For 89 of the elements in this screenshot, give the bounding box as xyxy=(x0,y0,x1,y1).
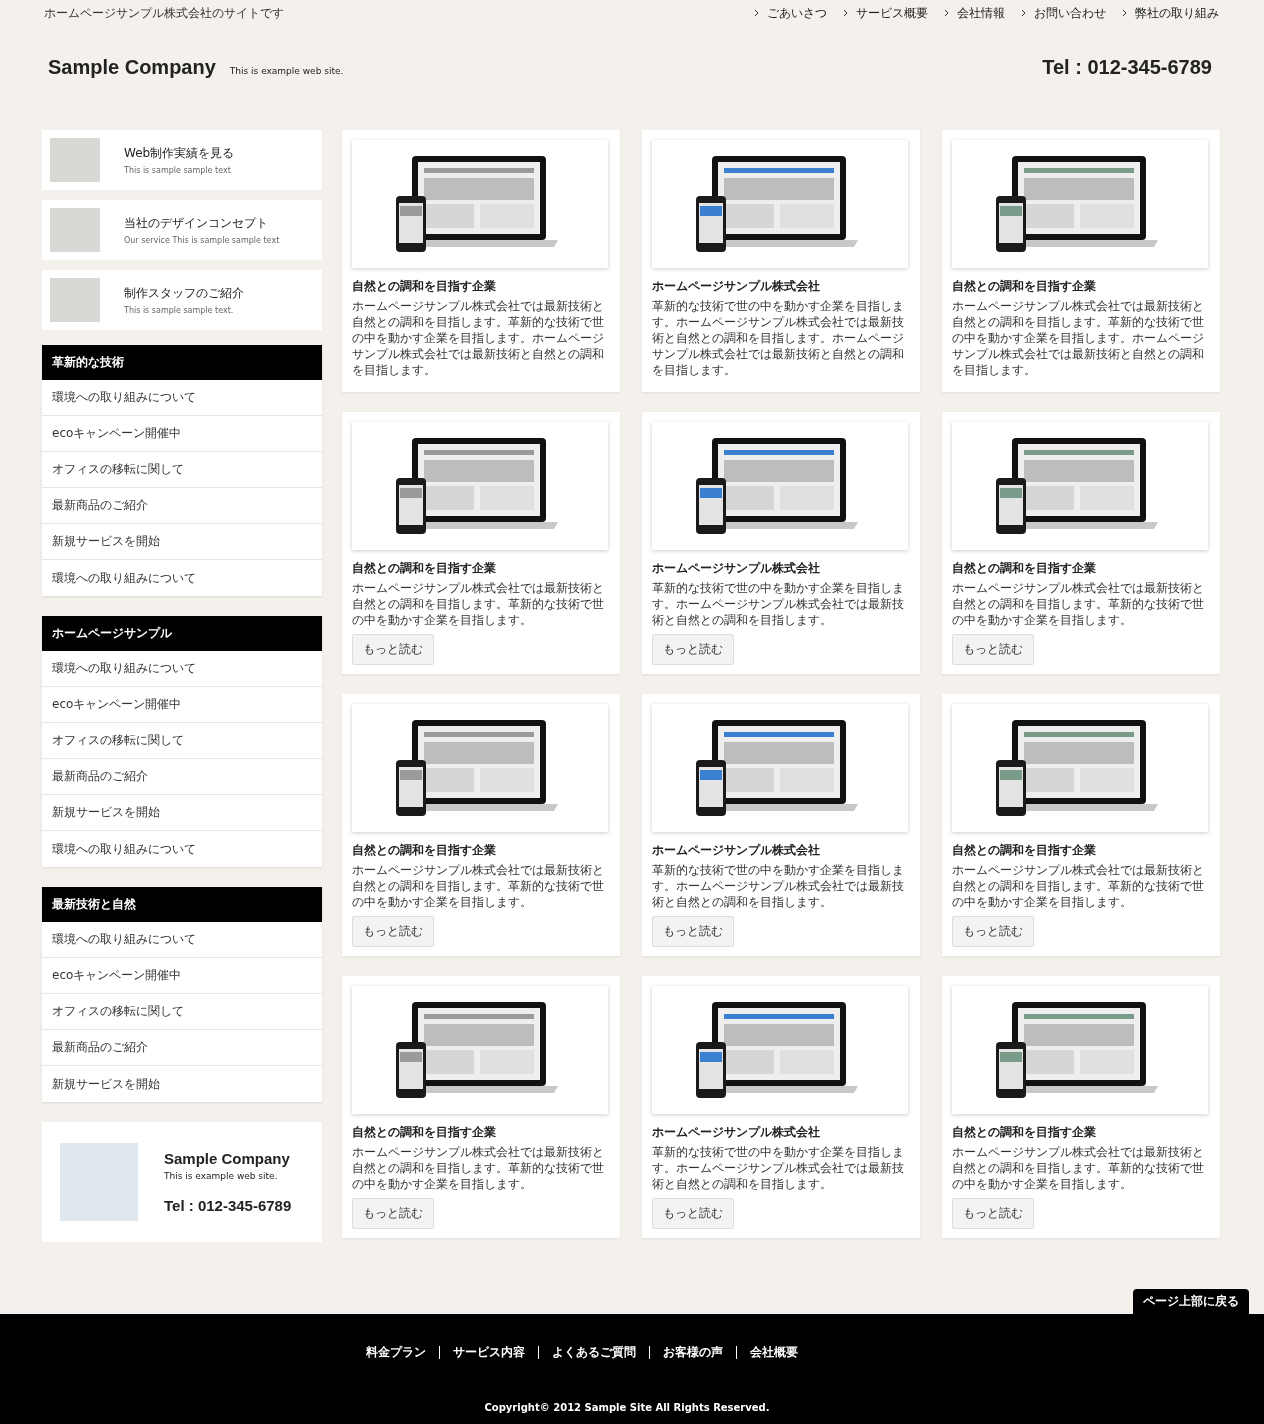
read-more-button[interactable]: もっと読む xyxy=(952,916,1034,947)
menu-item[interactable]: 環境への取り組みについて xyxy=(42,380,322,416)
menu-item[interactable]: オフィスの移転に関して xyxy=(42,452,322,488)
card-text: ホームページサンプル株式会社では最新技術と自然との調和を目指します。革新的な技術で世の中を動かす企業を目指します。 xyxy=(352,580,605,628)
menu-item[interactable]: ecoキャンペーン開催中 xyxy=(42,958,322,994)
read-more-button[interactable]: もっと読む xyxy=(952,1198,1034,1229)
card-title: ホームページサンプル株式会社 xyxy=(652,1124,821,1141)
sidebar-banner[interactable]: 当社のデザインコンセプト Our service This is sample sample text xyxy=(42,200,322,260)
card-title: 自然との調和を目指す企業 xyxy=(352,560,497,577)
phone-number: Tel : 012-345-6789 xyxy=(164,1197,292,1214)
site-logo[interactable]: Sample Company xyxy=(48,56,216,79)
banner-title: Web制作実績を見る xyxy=(124,145,235,162)
site-subtitle: This is example web site. xyxy=(229,66,344,76)
card-text: ホームページサンプル株式会社では最新技術と自然との調和を目指します。革新的な技術で世の中を動かす企業を目指します。ホームページサンプル株式会社では最新技術と自然との調和を目指します。 xyxy=(352,298,605,378)
footer-link[interactable]: 料金プラン xyxy=(353,1346,439,1359)
footer-link[interactable]: サービス内容 xyxy=(439,1346,538,1359)
footer-link[interactable]: お客様の声 xyxy=(649,1346,736,1359)
menu-item[interactable]: ecoキャンペーン開催中 xyxy=(42,416,322,452)
card-text: ホームページサンプル株式会社では最新技術と自然との調和を目指します。革新的な技術で世の中を動かす企業を目指します。 xyxy=(952,862,1205,910)
company-subtitle: This is example web site. xyxy=(164,1171,279,1181)
banner-subtitle: Our service This is sample sample text xyxy=(124,236,280,245)
menu-item[interactable]: 環境への取り組みについて xyxy=(42,560,322,596)
banner-title: 制作スタッフのご紹介 xyxy=(124,285,244,302)
read-more-button[interactable]: もっと読む xyxy=(352,1198,434,1229)
site-tagline: ホームページサンプル株式会社のサイトです xyxy=(44,4,284,22)
card-title: 自然との調和を目指す企業 xyxy=(352,278,497,295)
card-text: 革新的な技術で世の中を動かす企業を目指します。ホームページサンプル株式会社では最新技術と自然との調和を目指します。 xyxy=(652,580,905,628)
footer-link[interactable]: よくあるご質問 xyxy=(538,1346,649,1359)
menu-item[interactable]: 新規サービスを開始 xyxy=(42,795,322,831)
card-text: ホームページサンプル株式会社では最新技術と自然との調和を目指します。革新的な技術で世の中を動かす企業を目指します。ホームページサンプル株式会社では最新技術と自然との調和を目指します。 xyxy=(952,298,1205,378)
footer-link[interactable]: 会社概要 xyxy=(736,1346,811,1359)
card-text: ホームページサンプル株式会社では最新技術と自然との調和を目指します。革新的な技術で世の中を動かす企業を目指します。 xyxy=(352,862,605,910)
card-text: 革新的な技術で世の中を動かす企業を目指します。ホームページサンプル株式会社では最新技術と自然との調和を目指します。 xyxy=(652,862,905,910)
menu-heading: ホームページサンプル xyxy=(42,616,322,651)
card-title: ホームページサンプル株式会社 xyxy=(652,278,821,295)
card-title: 自然との調和を目指す企業 xyxy=(952,842,1097,859)
menu-heading: 革新的な技術 xyxy=(42,345,322,380)
card-title: 自然との調和を目指す企業 xyxy=(952,560,1097,577)
menu-item[interactable]: 新規サービスを開始 xyxy=(42,1066,322,1102)
nav-link[interactable]: 弊社の取り組み xyxy=(1122,4,1219,22)
chevron-icon xyxy=(1021,10,1026,16)
back-to-top-button[interactable]: ページ上部に戻る xyxy=(1133,1289,1249,1314)
photo-placeholder xyxy=(50,278,100,322)
menu-item[interactable]: 最新商品のご紹介 xyxy=(42,488,322,524)
read-more-button[interactable]: もっと読む xyxy=(352,634,434,665)
menu-heading: 最新技術と自然 xyxy=(42,887,322,922)
nav-link[interactable]: サービス概要 xyxy=(843,4,928,22)
card-text: 革新的な技術で世の中を動かす企業を目指します。ホームページサンプル株式会社では最新技術と自然との調和を目指します。 xyxy=(652,1144,905,1192)
read-more-button[interactable]: もっと読む xyxy=(352,916,434,947)
copyright-text: Copyright© 2012 Sample Site All Rights Reserved. xyxy=(483,1402,771,1413)
chevron-icon xyxy=(1122,10,1127,16)
menu-item[interactable]: 最新商品のご紹介 xyxy=(42,1030,322,1066)
card-title: 自然との調和を目指す企業 xyxy=(352,842,497,859)
chevron-icon xyxy=(754,10,759,16)
photo-placeholder xyxy=(50,208,100,252)
sidebar-banner[interactable]: 制作スタッフのご紹介 This is sample sample text. xyxy=(42,270,322,330)
photo-placeholder xyxy=(50,138,100,182)
nav-link[interactable]: ごあいさつ xyxy=(754,4,827,22)
menu-item[interactable]: 環境への取り組みについて xyxy=(42,922,322,958)
banner-subtitle: This is sample sample text. xyxy=(124,306,235,315)
nav-link[interactable]: 会社情報 xyxy=(944,4,1005,22)
nav-link[interactable]: お問い合わせ xyxy=(1021,4,1106,22)
card-text: 革新的な技術で世の中を動かす企業を目指します。ホームページサンプル株式会社では最新技術と自然との調和を目指します。ホームページサンプル株式会社では最新技術と自然との調和を目指します。 xyxy=(652,298,905,378)
card-text: ホームページサンプル株式会社では最新技術と自然との調和を目指します。革新的な技術で世の中を動かす企業を目指します。 xyxy=(352,1144,605,1192)
card-title: ホームページサンプル株式会社 xyxy=(652,842,821,859)
read-more-button[interactable]: もっと読む xyxy=(952,634,1034,665)
card-text: ホームページサンプル株式会社では最新技術と自然との調和を目指します。革新的な技術で世の中を動かす企業を目指します。 xyxy=(952,1144,1205,1192)
card-title: 自然との調和を目指す企業 xyxy=(352,1124,497,1141)
card-title: ホームページサンプル株式会社 xyxy=(652,560,821,577)
menu-item[interactable]: 新規サービスを開始 xyxy=(42,524,322,560)
read-more-button[interactable]: もっと読む xyxy=(652,634,734,665)
menu-item[interactable]: 環境への取り組みについて xyxy=(42,831,322,867)
read-more-button[interactable]: もっと読む xyxy=(652,916,734,947)
card-title: 自然との調和を目指す企業 xyxy=(952,1124,1097,1141)
menu-item[interactable]: 環境への取り組みについて xyxy=(42,651,322,687)
menu-item[interactable]: オフィスの移転に関して xyxy=(42,723,322,759)
card-text: ホームページサンプル株式会社では最新技術と自然との調和を目指します。革新的な技術で世の中を動かす企業を目指します。 xyxy=(952,580,1205,628)
card-title: 自然との調和を目指す企業 xyxy=(952,278,1097,295)
company-name: Sample Company xyxy=(164,1150,291,1167)
menu-item[interactable]: オフィスの移転に関して xyxy=(42,994,322,1030)
chevron-icon xyxy=(843,10,848,16)
menu-item[interactable]: 最新商品のご紹介 xyxy=(42,759,322,795)
banner-subtitle: This is sample sample text xyxy=(124,166,232,175)
chevron-icon xyxy=(944,10,949,16)
banner-title: 当社のデザインコンセプト xyxy=(124,215,269,232)
phone-number: Tel : 012-345-6789 xyxy=(1042,56,1212,79)
read-more-button[interactable]: もっと読む xyxy=(652,1198,734,1229)
menu-item[interactable]: ecoキャンペーン開催中 xyxy=(42,687,322,723)
sidebar-banner[interactable]: Web制作実績を見る This is sample sample text xyxy=(42,130,322,190)
